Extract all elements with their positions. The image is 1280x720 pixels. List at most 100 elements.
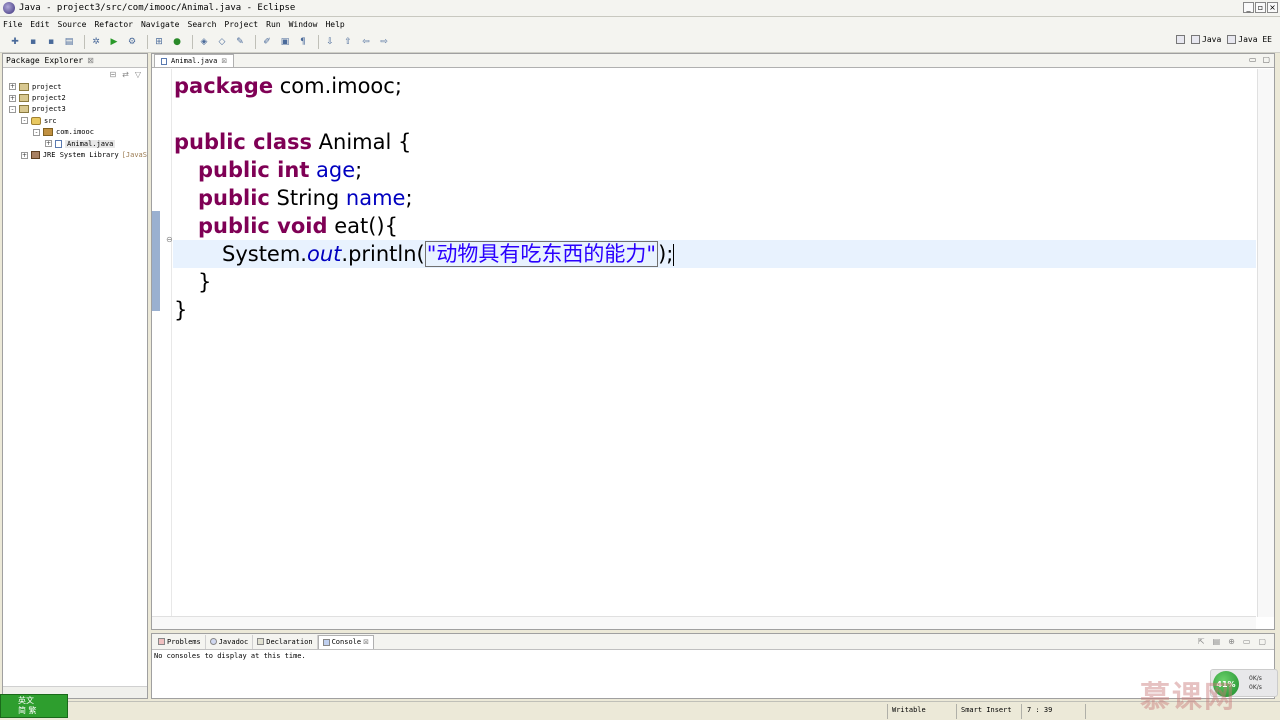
debug-icon[interactable]: ✲ [89, 35, 103, 49]
display-console-icon[interactable]: ▤ [1213, 637, 1221, 646]
forward-icon[interactable]: ⇨ [377, 35, 391, 49]
tree-item-label: JRE System Library [42, 151, 119, 160]
tree-item-label: com.imooc [56, 128, 94, 137]
close-icon[interactable]: ⊠ [363, 638, 369, 646]
menu-search[interactable]: Search [188, 20, 217, 29]
maximize-icon[interactable]: ▢ [1258, 637, 1266, 646]
status-cursor-position: 7 : 39 [1027, 706, 1053, 714]
tab-problems[interactable]: Problems [154, 634, 206, 649]
ime-indicator[interactable]: 英文 简 繁 [0, 694, 68, 718]
tree-item-project3[interactable]: - project3 [3, 104, 147, 115]
expand-icon[interactable]: + [21, 151, 28, 159]
code-text: } [198, 270, 212, 294]
project-icon [19, 82, 29, 91]
external-tools-icon[interactable]: ⚙ [125, 35, 139, 49]
open-task-icon[interactable]: ◇ [215, 35, 229, 49]
tree-item-label: project2 [32, 94, 66, 103]
code-line-6: public void eat(){ [173, 212, 1256, 240]
print-icon[interactable]: ▤ [62, 35, 76, 49]
status-bar: Writable Smart Insert 7 : 39 [0, 701, 1280, 720]
minimize-button[interactable]: _ [1243, 2, 1254, 13]
editor-tab-animal-java[interactable]: Animal.java ⊠ [154, 54, 235, 67]
menu-help[interactable]: Help [325, 20, 344, 29]
java-ee-perspective-button[interactable]: Java EE [1227, 35, 1272, 44]
run-icon[interactable]: ▶ [107, 35, 121, 49]
string-literal: "动物具有吃东西的能力" [424, 241, 659, 267]
fold-icon[interactable]: ⊖ [166, 235, 173, 244]
package-explorer-tab[interactable]: Package Explorer ⊠ [3, 54, 147, 68]
window-controls: _ ▫ × [1243, 2, 1278, 13]
code-text: .println( [341, 242, 425, 266]
menu-source[interactable]: Source [58, 20, 87, 29]
tab-console[interactable]: Console ⊠ [317, 634, 374, 649]
maximize-icon[interactable]: ▢ [1262, 55, 1270, 64]
tree-item-qualifier: [JavaS [121, 151, 147, 160]
toggle-mark-occurrences-icon[interactable]: ✐ [260, 35, 274, 49]
tree-item-src[interactable]: - src [3, 115, 147, 126]
project-icon [19, 105, 29, 114]
collapse-icon[interactable]: - [33, 128, 40, 136]
menu-refactor[interactable]: Refactor [94, 20, 133, 29]
package-explorer-tab-label: Package Explorer [6, 56, 84, 65]
static-field: out [306, 242, 342, 266]
collapse-all-icon[interactable]: ⊟ [109, 70, 116, 79]
menu-edit[interactable]: Edit [30, 20, 49, 29]
tab-label: Console [331, 638, 362, 646]
next-annotation-icon[interactable]: ⇩ [323, 35, 337, 49]
tab-declaration[interactable]: Declaration [253, 634, 318, 649]
tree-item-com-imooc[interactable]: - com.imooc [3, 127, 147, 138]
open-perspective-icon[interactable] [1176, 35, 1186, 44]
tab-javadoc[interactable]: Javadoc [206, 634, 254, 649]
menu-bar: File Edit Source Refactor Navigate Searc… [0, 17, 1280, 31]
pin-console-icon[interactable]: ⇱ [1198, 637, 1205, 646]
menu-run[interactable]: Run [266, 20, 280, 29]
back-icon[interactable]: ⇦ [359, 35, 373, 49]
expand-icon[interactable]: + [9, 83, 16, 91]
open-console-icon[interactable]: ⊕ [1228, 637, 1235, 646]
java-perspective-button[interactable]: Java [1191, 35, 1221, 44]
tab-label: Problems [167, 637, 201, 646]
previous-annotation-icon[interactable]: ⇧ [341, 35, 355, 49]
tree-item-project[interactable]: + project [3, 81, 147, 92]
imooc-watermark: 慕课网 [1140, 680, 1236, 715]
open-type-icon[interactable]: ◈ [197, 35, 211, 49]
tree-item-jre-library[interactable]: + JRE System Library [JavaS [3, 149, 147, 160]
show-whitespace-icon[interactable]: ¶ [296, 35, 310, 49]
close-icon[interactable]: ⊠ [221, 57, 227, 65]
close-button[interactable]: × [1267, 2, 1278, 13]
title-bar: Java - project3/src/com/imooc/Animal.jav… [0, 0, 1280, 17]
link-with-editor-icon[interactable]: ⇄ [122, 70, 129, 79]
new-icon[interactable]: ✚ [8, 35, 22, 49]
source-folder-icon [31, 116, 41, 125]
tree-item-animal-java[interactable]: + Animal.java [3, 138, 147, 149]
new-class-icon[interactable]: ● [170, 35, 184, 49]
save-icon[interactable]: ▪ [26, 35, 40, 49]
save-all-icon[interactable]: ▪ [44, 35, 58, 49]
new-java-project-icon[interactable]: ⊞ [152, 35, 166, 49]
status-separator [887, 704, 888, 719]
javadoc-icon [209, 638, 217, 645]
menu-project[interactable]: Project [224, 20, 258, 29]
minimize-icon[interactable]: ▭ [1243, 637, 1251, 646]
search-icon[interactable]: ✎ [233, 35, 247, 49]
restore-button[interactable]: ▫ [1255, 2, 1266, 13]
expand-icon[interactable]: + [45, 140, 52, 148]
view-menu-icon[interactable]: ▽ [135, 70, 141, 79]
toggle-block-selection-icon[interactable]: ▣ [278, 35, 292, 49]
menu-navigate[interactable]: Navigate [141, 20, 180, 29]
code-area[interactable]: package com.imooc; public class Animal {… [173, 69, 1256, 617]
vertical-scrollbar[interactable] [1257, 69, 1274, 617]
menu-window[interactable]: Window [289, 20, 318, 29]
keyword: package [174, 74, 274, 98]
close-icon[interactable]: ⊠ [87, 56, 94, 65]
jre-library-icon [31, 151, 40, 160]
collapse-icon[interactable]: - [9, 105, 16, 113]
editor-tab-label: Animal.java [171, 57, 218, 65]
minimize-icon[interactable]: ▭ [1249, 55, 1257, 64]
expand-icon[interactable]: + [9, 94, 16, 102]
menu-file[interactable]: File [3, 20, 22, 29]
java-ee-perspective-label: Java EE [1238, 35, 1272, 44]
horizontal-scrollbar[interactable] [152, 616, 1256, 629]
collapse-icon[interactable]: - [21, 117, 28, 125]
tree-item-project2[interactable]: + project2 [3, 92, 147, 103]
